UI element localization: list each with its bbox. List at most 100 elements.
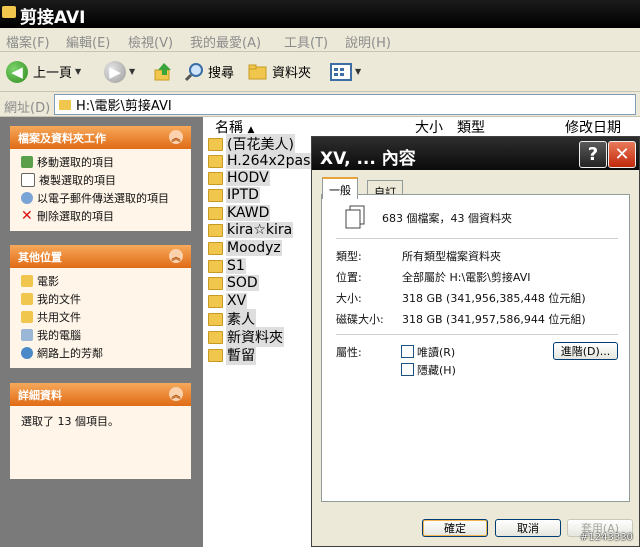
file-name: kira☆kira — [226, 222, 294, 238]
separator — [336, 334, 618, 335]
file-name: Moodyz — [226, 240, 282, 256]
close-button[interactable]: ✕ — [608, 141, 636, 168]
hidden-label[interactable]: 隱藏(H) — [417, 362, 456, 378]
folder-icon — [208, 206, 223, 220]
search-button[interactable]: 搜尋 — [184, 52, 234, 91]
panel-header[interactable]: 其他位置 ︽ — [10, 245, 191, 268]
ok-button[interactable]: 確定 — [422, 519, 488, 537]
watermark-text: #1243330 — [580, 532, 633, 543]
collapse-icon[interactable]: ︽ — [169, 387, 183, 401]
file-name: H.264x2pass — [226, 153, 319, 169]
network-icon — [21, 347, 33, 359]
folders-icon — [248, 64, 267, 79]
readonly-checkbox[interactable] — [401, 345, 414, 358]
file-tasks-panel: 檔案及資料夾工作 ︽ 移動選取的項目 複製選取的項目 以電子郵件傳送選取的項目 … — [10, 126, 191, 231]
hidden-checkbox[interactable] — [401, 363, 414, 376]
folder-icon — [208, 259, 223, 273]
collapse-icon[interactable]: ︽ — [169, 249, 183, 263]
file-item[interactable]: H.264x2pass — [208, 152, 319, 170]
file-item[interactable]: Moodyz — [208, 239, 282, 257]
file-item[interactable]: 素人 — [208, 309, 256, 329]
address-input[interactable]: H:\電影\剪接AVI — [54, 94, 636, 115]
close-icon: ✕ — [614, 144, 630, 165]
size-on-disk-value: 318 GB (341,957,586,944 位元組) — [402, 313, 586, 326]
menu-bar: 檔案(F) 編輯(E) 檢視(V) 我的最愛(A) 工具(T) 說明(H) — [0, 28, 640, 52]
folder-icon — [208, 137, 223, 151]
details-text: 選取了 13 個項目。 — [21, 415, 119, 428]
folder-icon — [208, 330, 223, 344]
forward-button[interactable]: ▶ ▼ — [104, 52, 135, 91]
views-button[interactable]: ▼ — [330, 52, 361, 91]
file-item[interactable]: 暫留 — [208, 345, 256, 365]
back-label: 上一頁 — [33, 66, 73, 81]
collapse-icon[interactable]: ︽ — [169, 130, 183, 144]
place-my-documents[interactable]: 我的文件 — [10, 290, 191, 308]
location-value: 全部屬於 H:\電影\剪接AVI — [402, 271, 531, 284]
readonly-label[interactable]: 唯讀(R) — [417, 344, 455, 360]
panel-header[interactable]: 檔案及資料夾工作 ︽ — [10, 126, 191, 149]
file-item[interactable]: S1 — [208, 257, 246, 275]
place-label: 共用文件 — [37, 311, 81, 324]
back-button[interactable]: ◀ 上一頁 ▼ — [6, 52, 81, 91]
toolbar: ◀ 上一頁 ▼ ▶ ▼ 搜尋 資料夾 ▼ — [0, 52, 640, 92]
place-my-computer[interactable]: 我的電腦 — [10, 326, 191, 344]
help-button[interactable]: ? — [579, 141, 607, 168]
column-type-header[interactable]: 類型 — [457, 117, 485, 136]
summary-text: 683 個檔案，43 個資料夾 — [382, 212, 512, 225]
tab-general[interactable]: 一般 — [322, 177, 358, 199]
properties-dialog: XV, ... 內容 ? ✕ 一般 自訂 683 個檔案，43 個資料夾 類型:… — [311, 136, 640, 547]
file-name: S1 — [226, 258, 246, 274]
documents-folder-icon — [21, 293, 33, 305]
file-name: IPTD — [226, 187, 260, 203]
up-folder-button[interactable] — [152, 52, 174, 91]
file-item[interactable]: 新資料夾 — [208, 327, 284, 347]
dialog-title: XV, ... 內容 — [320, 149, 416, 169]
column-name-header[interactable]: 名稱 ▲ — [215, 117, 254, 136]
delete-x-icon: ✕ — [21, 208, 33, 224]
menu-edit[interactable]: 編輯(E) — [66, 32, 110, 51]
panel-title: 其他位置 — [18, 250, 62, 264]
place-label: 我的電腦 — [37, 329, 81, 342]
menu-favorites[interactable]: 我的最愛(A) — [190, 32, 261, 51]
back-arrow-icon: ◀ — [6, 60, 28, 83]
task-label: 以電子郵件傳送選取的項目 — [37, 192, 169, 205]
folder-icon — [208, 171, 223, 185]
folder-icon — [208, 294, 223, 308]
menu-view[interactable]: 檢視(V) — [128, 32, 173, 51]
file-name: HODV — [226, 170, 270, 186]
place-shared-documents[interactable]: 共用文件 — [10, 308, 191, 326]
folder-icon — [208, 241, 223, 255]
folder-icon — [208, 312, 223, 326]
menu-tools[interactable]: 工具(T) — [284, 32, 328, 51]
place-movies[interactable]: 電影 — [10, 272, 191, 290]
folder-icon — [208, 348, 223, 362]
place-network[interactable]: 網路上的芳鄰 — [10, 344, 191, 362]
search-icon — [184, 62, 203, 81]
file-item[interactable]: kira☆kira — [208, 221, 294, 239]
menu-help[interactable]: 說明(H) — [345, 32, 391, 51]
column-modified-header[interactable]: 修改日期 — [565, 117, 621, 136]
cancel-button[interactable]: 取消 — [495, 519, 561, 537]
folder-icon — [208, 223, 223, 237]
task-delete[interactable]: ✕ 刪除選取的項目 — [10, 207, 191, 225]
email-icon — [21, 192, 33, 204]
column-size-header[interactable]: 大小 — [415, 117, 443, 136]
file-item[interactable]: XV — [208, 292, 248, 310]
task-email[interactable]: 以電子郵件傳送選取的項目 — [10, 189, 191, 207]
file-item[interactable]: SOD — [208, 274, 259, 292]
file-name: SOD — [226, 275, 259, 291]
folders-button[interactable]: 資料夾 — [248, 52, 311, 91]
file-item[interactable]: (百花美人) — [208, 134, 295, 154]
advanced-button[interactable]: 進階(D)... — [553, 342, 618, 360]
move-icon — [21, 156, 33, 168]
dialog-titlebar[interactable]: XV, ... 內容 ? ✕ — [312, 137, 639, 170]
multiple-files-icon — [345, 205, 365, 229]
panel-header[interactable]: 詳細資料 ︽ — [10, 383, 191, 406]
file-item[interactable]: HODV — [208, 169, 270, 187]
type-value: 所有類型檔案資料夾 — [402, 250, 501, 263]
file-item[interactable]: KAWD — [208, 204, 271, 222]
task-move[interactable]: 移動選取的項目 — [10, 153, 191, 171]
file-item[interactable]: IPTD — [208, 186, 260, 204]
menu-file[interactable]: 檔案(F) — [6, 32, 50, 51]
task-copy[interactable]: 複製選取的項目 — [10, 171, 191, 189]
